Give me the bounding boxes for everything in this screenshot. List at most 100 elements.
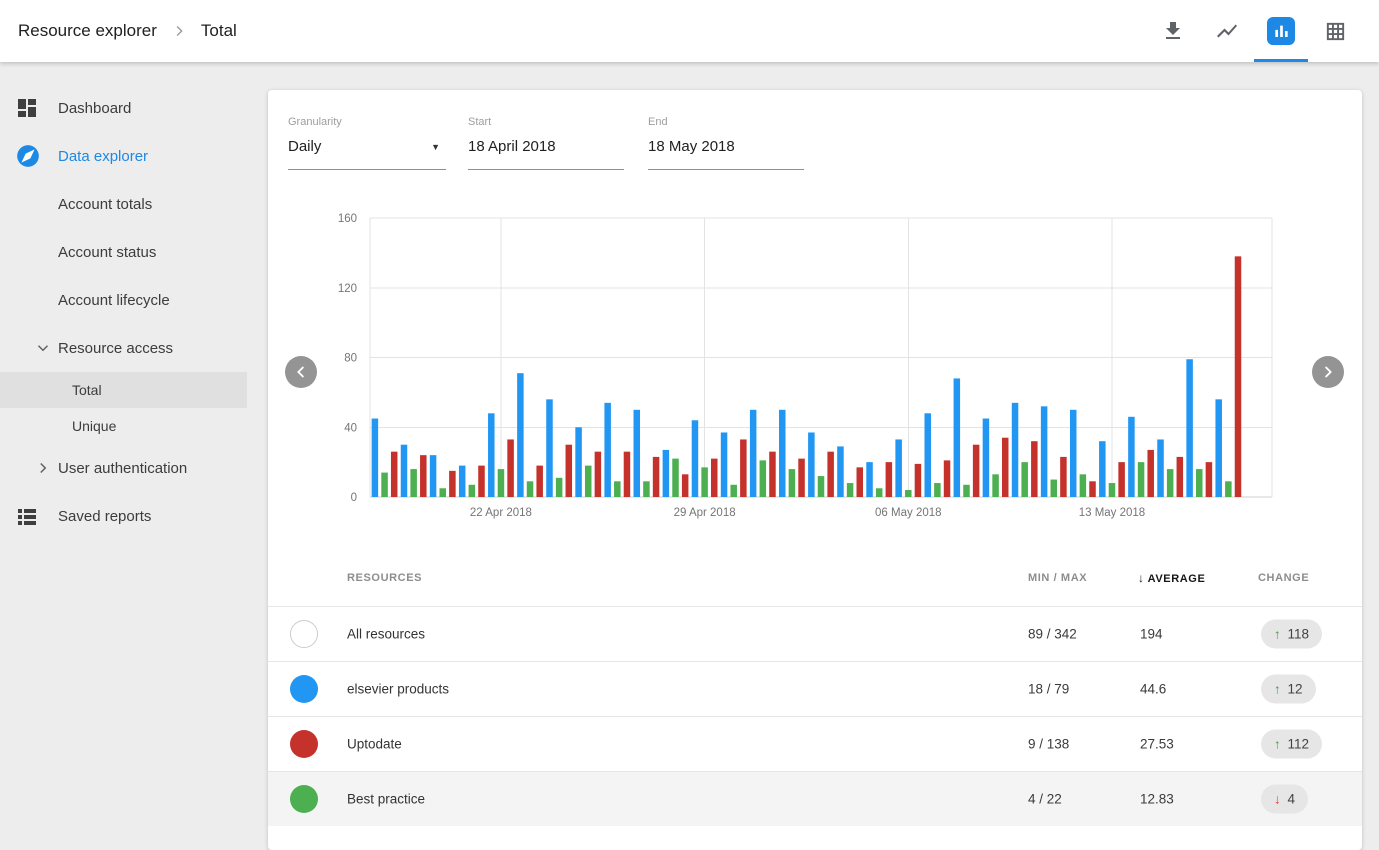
bar[interactable] [1235, 256, 1242, 497]
bar[interactable] [1215, 399, 1222, 497]
line-chart-button[interactable] [1200, 0, 1254, 62]
bar[interactable] [779, 410, 786, 497]
bar[interactable] [760, 460, 767, 497]
bar[interactable] [730, 485, 737, 497]
bar[interactable] [866, 462, 873, 497]
bar[interactable] [595, 452, 602, 497]
bar[interactable] [789, 469, 796, 497]
bar[interactable] [1099, 441, 1106, 497]
bar[interactable] [536, 466, 543, 497]
bar[interactable] [1021, 462, 1027, 497]
download-button[interactable] [1146, 0, 1200, 62]
chart-scroll-left-button[interactable] [285, 356, 317, 388]
bar[interactable] [517, 373, 524, 497]
bar[interactable] [701, 467, 708, 497]
bar[interactable] [1070, 410, 1077, 497]
bar[interactable] [983, 419, 990, 497]
column-header-change[interactable]: CHANGE [1258, 572, 1309, 584]
bar[interactable] [1177, 457, 1184, 497]
bar[interactable] [478, 466, 485, 497]
bar[interactable] [420, 455, 427, 497]
bar[interactable] [507, 439, 513, 497]
table-row-uptodate[interactable]: Uptodate9 / 13827.53↑112 [268, 716, 1362, 771]
bar[interactable] [1012, 403, 1019, 497]
bar[interactable] [566, 445, 573, 497]
bar[interactable] [798, 459, 805, 497]
bar[interactable] [857, 467, 864, 497]
sidebar-item-user-authentication[interactable]: User authentication [0, 444, 270, 492]
start-date-input[interactable]: 18 April 2018 [468, 137, 624, 170]
bar[interactable] [934, 483, 941, 497]
bar[interactable] [469, 485, 476, 497]
end-date-input[interactable]: 18 May 2018 [648, 137, 804, 170]
bar[interactable] [1080, 474, 1087, 497]
bar[interactable] [895, 439, 902, 497]
bar[interactable] [1060, 457, 1067, 497]
bar[interactable] [634, 410, 641, 497]
bar[interactable] [808, 432, 815, 497]
bar[interactable] [1157, 439, 1164, 497]
bar[interactable] [740, 439, 747, 497]
sidebar-item-resource-access[interactable]: Resource access [0, 324, 270, 372]
table-view-button[interactable] [1308, 0, 1362, 62]
bar[interactable] [1128, 417, 1135, 497]
bar[interactable] [837, 446, 844, 497]
sidebar-item-dashboard[interactable]: Dashboard [0, 84, 270, 132]
bar[interactable] [672, 459, 679, 497]
bar[interactable] [1147, 450, 1154, 497]
bar[interactable] [449, 471, 456, 497]
granularity-select[interactable]: Daily ▼ [288, 137, 446, 170]
table-row-best-practice[interactable]: Best practice4 / 2212.83↓4 [268, 771, 1362, 826]
table-row-elsevier-products[interactable]: elsevier products18 / 7944.6↑12 [268, 661, 1362, 716]
bar[interactable] [1225, 481, 1232, 497]
bar[interactable] [973, 445, 980, 497]
bar[interactable] [1051, 480, 1058, 497]
bar[interactable] [711, 459, 718, 497]
bar[interactable] [1089, 481, 1096, 497]
bar[interactable] [924, 413, 931, 497]
bar[interactable] [905, 490, 912, 497]
bar[interactable] [372, 419, 379, 497]
bar[interactable] [818, 476, 825, 497]
bar[interactable] [391, 452, 398, 497]
bar[interactable] [1138, 462, 1145, 497]
sidebar-item-account-totals[interactable]: Account totals [0, 180, 270, 228]
bar[interactable] [769, 452, 776, 497]
column-header-min-max[interactable]: MIN / MAX [1028, 572, 1087, 584]
bar[interactable] [1167, 469, 1174, 497]
bar[interactable] [498, 469, 505, 497]
bar[interactable] [992, 474, 999, 497]
bar[interactable] [488, 413, 495, 497]
bar[interactable] [1186, 359, 1193, 497]
breadcrumb-title[interactable]: Resource explorer [18, 21, 157, 41]
sidebar-item-total[interactable]: Total [0, 372, 247, 408]
sidebar-item-account-lifecycle[interactable]: Account lifecycle [0, 276, 270, 324]
bar[interactable] [643, 481, 650, 497]
bar[interactable] [1109, 483, 1116, 497]
bar[interactable] [604, 403, 611, 497]
bar[interactable] [663, 450, 670, 497]
bar[interactable] [682, 474, 689, 497]
sidebar-item-unique[interactable]: Unique [0, 408, 270, 444]
bar[interactable] [1031, 441, 1038, 497]
bar[interactable] [847, 483, 854, 497]
bar[interactable] [430, 455, 437, 497]
bar[interactable] [401, 445, 408, 497]
bar[interactable] [381, 473, 388, 497]
bar[interactable] [624, 452, 631, 497]
sidebar-item-account-status[interactable]: Account status [0, 228, 270, 276]
bar[interactable] [575, 427, 582, 497]
bar[interactable] [944, 460, 951, 497]
bar[interactable] [585, 466, 592, 497]
bar[interactable] [750, 410, 757, 497]
bar[interactable] [653, 457, 660, 497]
bar[interactable] [527, 481, 534, 497]
bar[interactable] [876, 488, 883, 497]
column-header-average[interactable]: ↓AVERAGE [1138, 571, 1205, 585]
bar[interactable] [614, 481, 621, 497]
bar[interactable] [439, 488, 446, 497]
bar[interactable] [1041, 406, 1048, 497]
bar[interactable] [886, 462, 893, 497]
bar[interactable] [1002, 438, 1009, 497]
bar[interactable] [954, 378, 961, 497]
